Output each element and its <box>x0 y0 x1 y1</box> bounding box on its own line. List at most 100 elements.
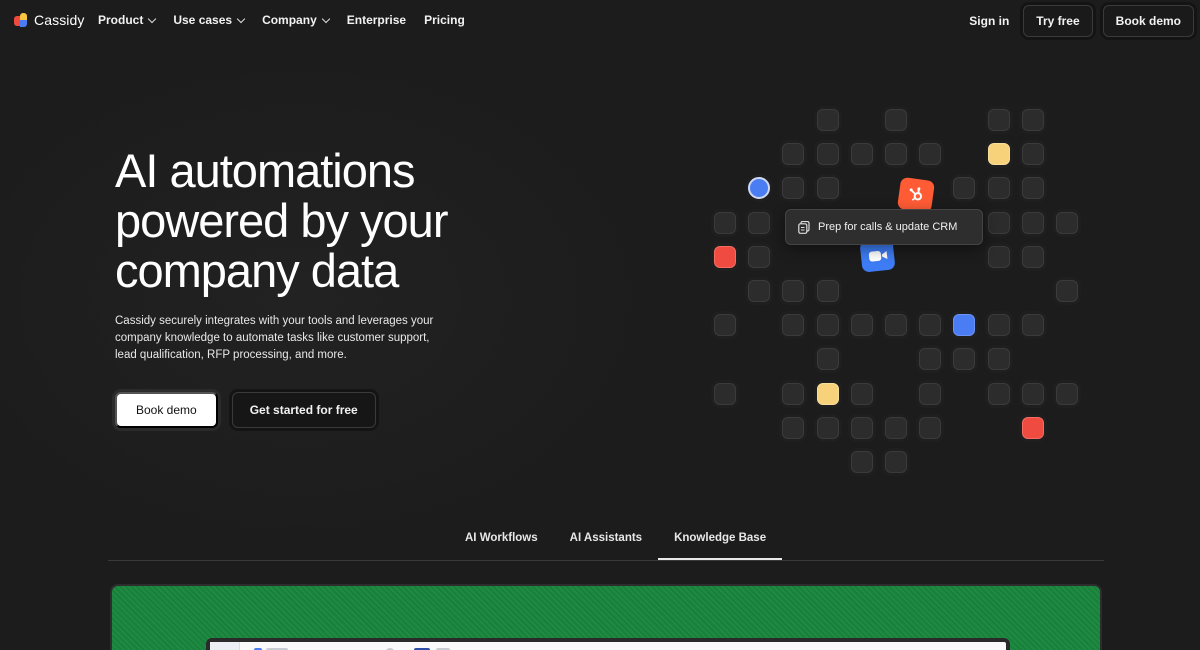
app-preview-window <box>206 638 1010 650</box>
grid-tile <box>1056 211 1078 234</box>
grid-tile <box>782 382 805 405</box>
nav-item-label: Company <box>262 13 317 27</box>
grid-tile <box>850 451 873 473</box>
try-free-button[interactable]: Try free <box>1023 5 1093 37</box>
grid-tile <box>953 348 976 371</box>
workflow-tooltip: Prep for calls & update CRM <box>785 209 983 245</box>
grid-tile <box>1021 143 1044 166</box>
grid-tile <box>816 280 839 302</box>
document-icon <box>798 220 810 234</box>
grid-tile <box>987 109 1010 131</box>
nav-item-label: Pricing <box>424 13 465 27</box>
tooltip-text: Prep for calls & update CRM <box>818 221 958 233</box>
tab-ai-workflows[interactable]: AI Workflows <box>449 532 554 560</box>
get-started-free-button[interactable]: Get started for free <box>231 392 376 428</box>
brand-logo-link[interactable]: Cassidy <box>14 12 85 28</box>
grid-tile <box>919 314 942 337</box>
grid-tile <box>1056 280 1078 302</box>
tab-ai-assistants[interactable]: AI Assistants <box>554 532 658 560</box>
hero-title-line: AI automations <box>115 144 416 197</box>
grid-tile <box>987 245 1010 268</box>
grid-tile <box>919 382 942 405</box>
app-preview-sidebar <box>210 642 240 650</box>
grid-tile <box>748 280 771 302</box>
grid-tile <box>1056 382 1078 405</box>
product-preview-panel <box>110 584 1102 650</box>
nav-item-label: Product <box>98 13 144 27</box>
cassidy-logo-icon <box>14 12 28 28</box>
grid-tile <box>987 143 1010 166</box>
grid-tile <box>885 416 907 439</box>
hero-title-line: company data <box>115 244 399 297</box>
grid-tile <box>953 314 976 337</box>
grid-tile <box>816 109 839 131</box>
tab-knowledge-base[interactable]: Knowledge Base <box>658 532 783 560</box>
chevron-down-icon <box>236 14 246 23</box>
grid-tile <box>987 348 1010 371</box>
background-glow <box>0 40 1200 580</box>
grid-tile <box>1021 314 1044 337</box>
hero-cta-group: Book demo Get started for free <box>115 392 376 428</box>
nav-item-enterprise[interactable]: Enterprise <box>347 13 406 27</box>
grid-tile <box>748 211 771 234</box>
sign-in-link[interactable]: Sign in <box>969 14 1009 28</box>
grid-tile <box>714 245 736 268</box>
grid-tile <box>850 314 873 337</box>
nav-actions: Sign in Try free Book demo <box>969 5 1194 37</box>
grid-tile <box>1021 177 1044 200</box>
grid-tile <box>1021 211 1044 234</box>
grid-tile <box>850 382 873 405</box>
grid-tile <box>782 143 805 166</box>
tabs-divider <box>108 560 1104 561</box>
nav-item-use-cases[interactable]: Use cases <box>173 13 246 27</box>
grid-tile <box>987 382 1010 405</box>
grid-tile <box>782 314 805 337</box>
chevron-down-icon <box>321 14 330 23</box>
grid-tile <box>987 314 1010 337</box>
top-navigation: Cassidy Product Use cases Company Enterp… <box>0 0 1200 42</box>
grid-tile <box>816 416 839 439</box>
grid-tile <box>714 382 736 405</box>
grid-tile <box>748 245 771 268</box>
nav-item-company[interactable]: Company <box>262 13 330 27</box>
grid-tile <box>1021 416 1044 439</box>
hero-book-demo-button[interactable]: Book demo <box>115 392 218 428</box>
grid-tile <box>885 109 907 131</box>
hero-title-line: powered by your <box>115 194 448 247</box>
nav-item-label: Enterprise <box>346 13 407 27</box>
nav-item-pricing[interactable]: Pricing <box>424 13 465 27</box>
grid-tile <box>919 143 942 166</box>
grid-tile <box>816 143 839 166</box>
hero-title: AI automations powered by your company d… <box>115 146 535 296</box>
chevron-down-icon <box>148 14 157 23</box>
grid-tile <box>885 314 907 337</box>
grid-tile <box>748 177 771 200</box>
feature-tabs: AI Workflows AI Assistants Knowledge Bas… <box>449 532 783 560</box>
grid-tile <box>885 143 907 166</box>
grid-tile <box>714 314 736 337</box>
grid-tile <box>885 451 907 473</box>
grid-tile <box>987 177 1010 200</box>
brand-name: Cassidy <box>34 12 85 28</box>
grid-tile <box>714 211 736 234</box>
hero-description: Cassidy securely integrates with your to… <box>115 315 434 361</box>
hubspot-icon <box>896 176 936 214</box>
grid-tile <box>782 280 805 302</box>
grid-tile <box>816 177 839 200</box>
grid-tile <box>919 348 942 371</box>
nav-links: Product Use cases Company Enterprise Pri… <box>98 13 483 27</box>
grid-tile <box>816 382 839 405</box>
grid-tile <box>1021 245 1044 268</box>
grid-tile <box>816 348 839 371</box>
grid-tile <box>782 177 805 200</box>
nav-item-label: Use cases <box>173 13 233 27</box>
grid-tile <box>1021 382 1044 405</box>
nav-item-product[interactable]: Product <box>98 13 157 27</box>
grid-tile <box>1021 109 1044 131</box>
grid-tile <box>816 314 839 337</box>
grid-tile <box>850 143 873 166</box>
grid-tile <box>919 416 942 439</box>
grid-tile <box>782 416 805 439</box>
grid-tile <box>953 177 976 200</box>
nav-book-demo-button[interactable]: Book demo <box>1102 5 1194 37</box>
